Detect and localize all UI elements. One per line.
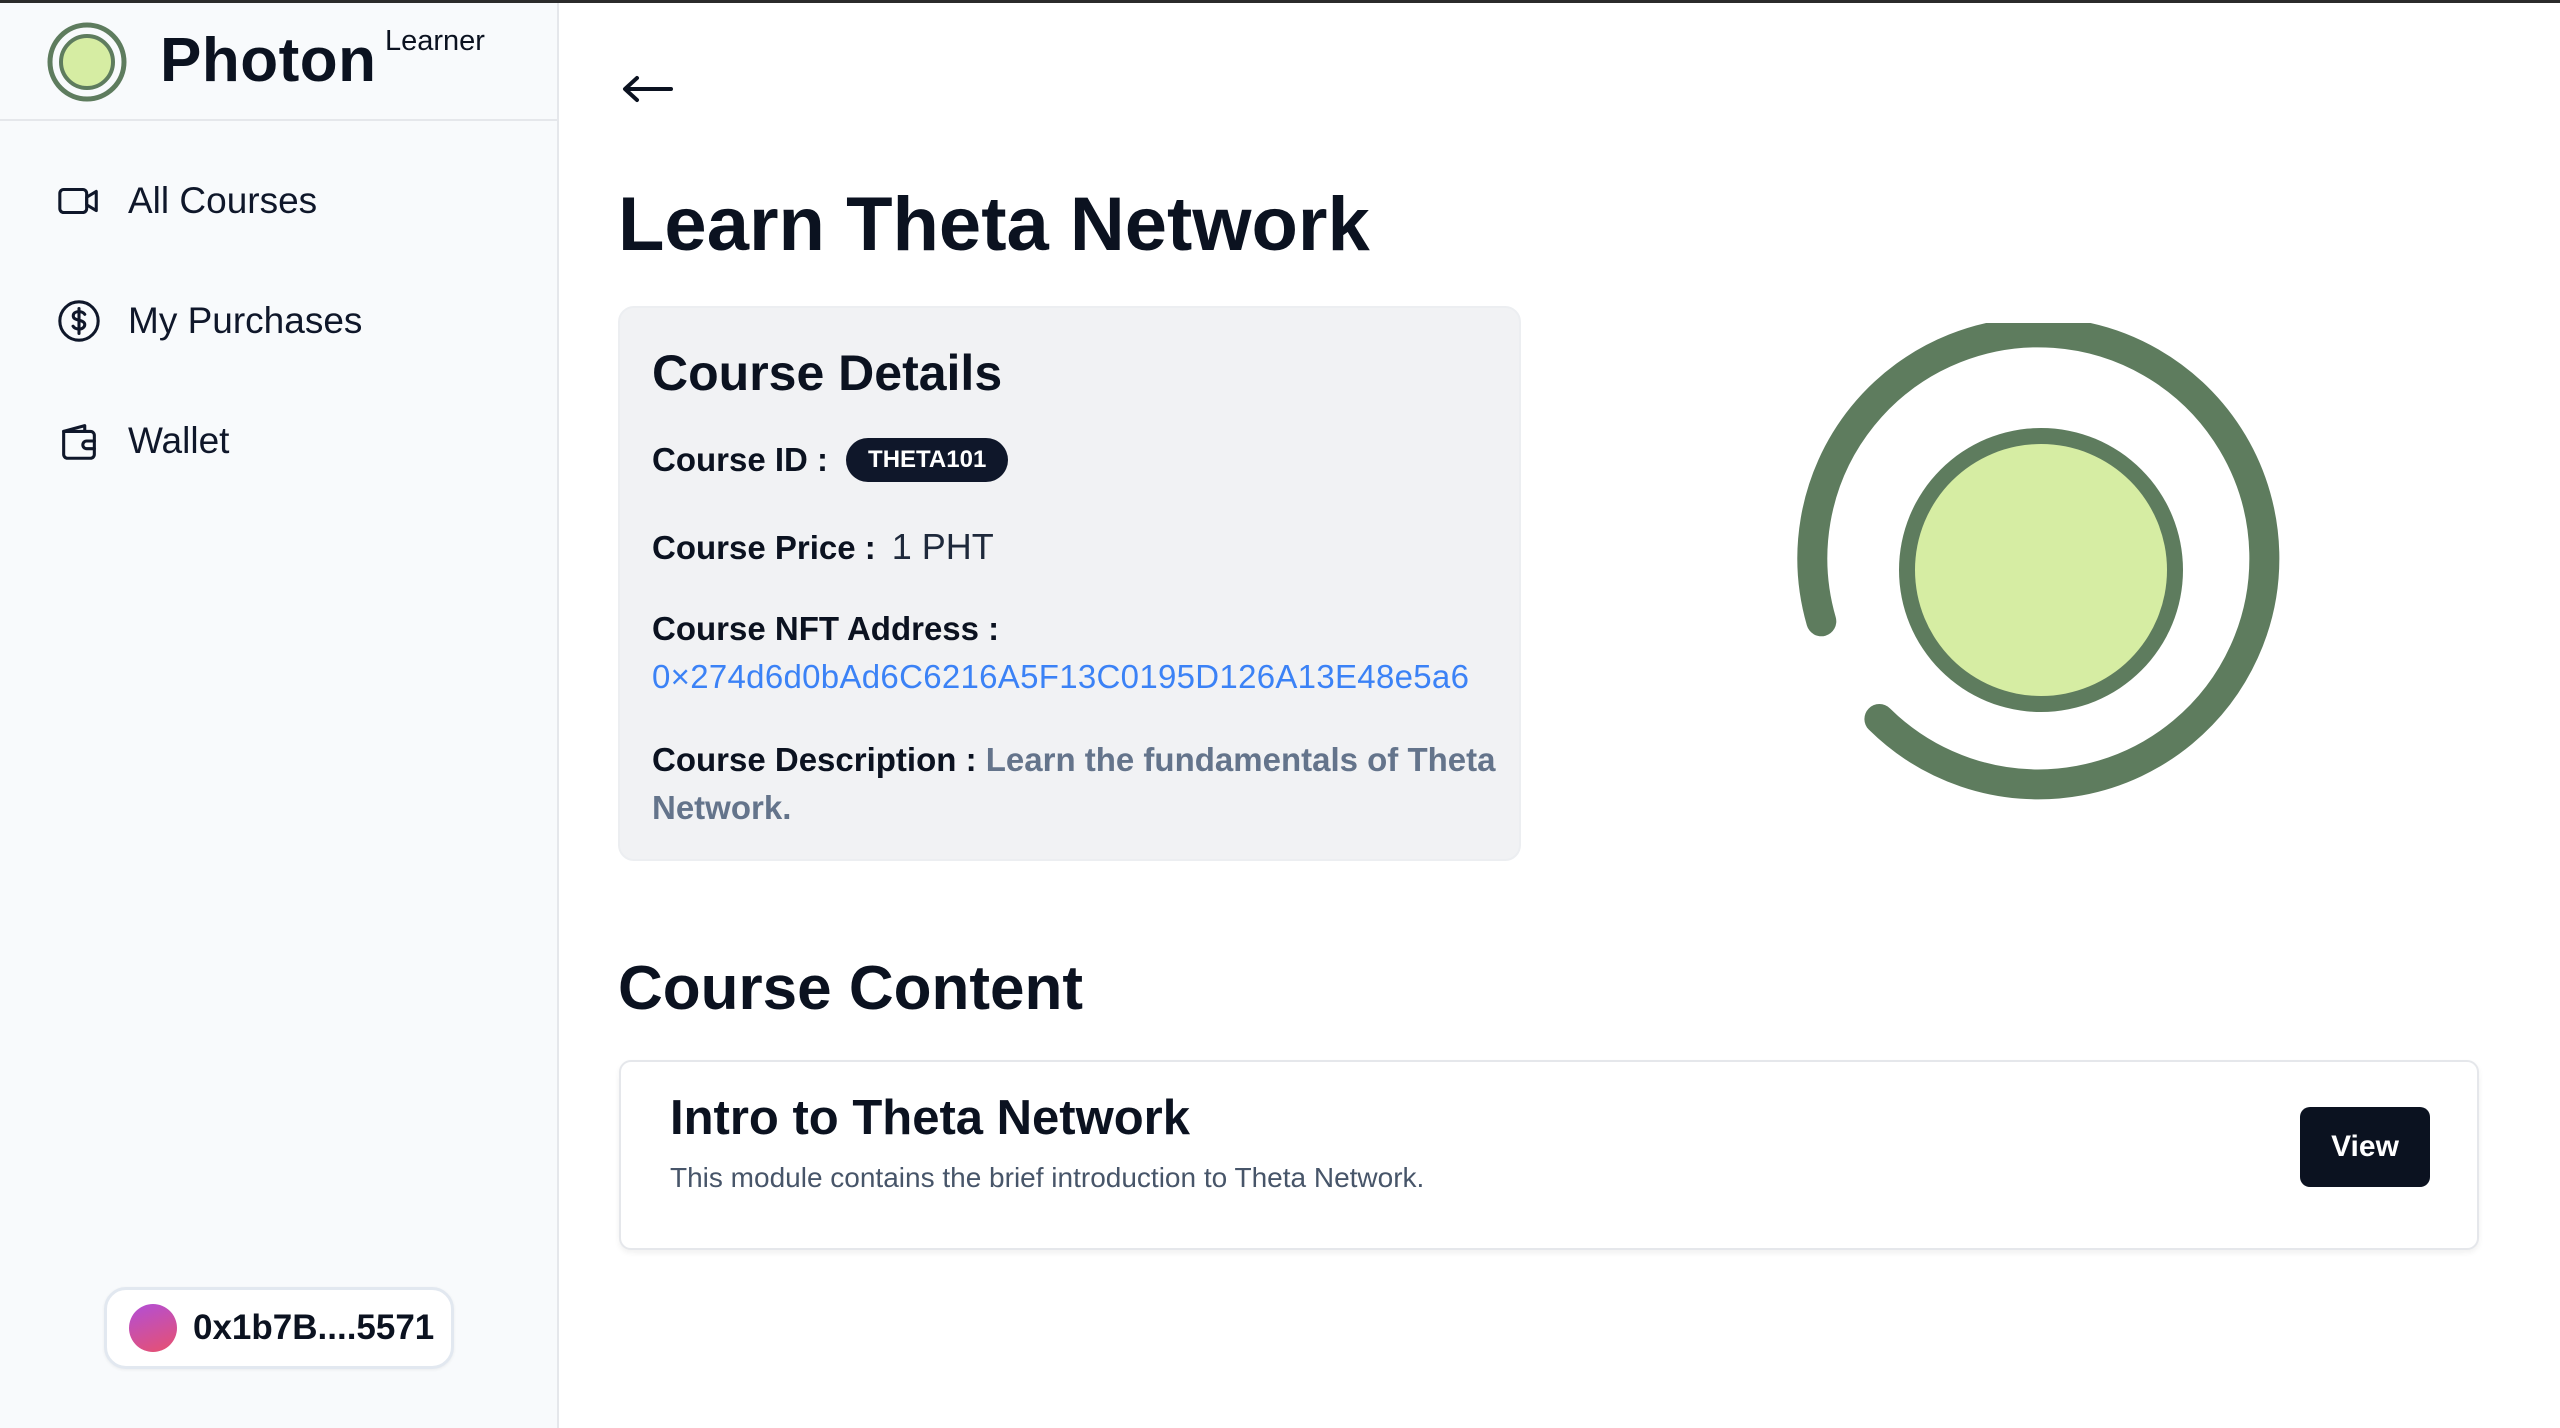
arrow-left-icon (623, 76, 673, 102)
course-logo-icon (1797, 323, 2280, 800)
sidebar: Photon Learner All Courses My Purchases (0, 3, 559, 1428)
module-title: Intro to Theta Network (670, 1091, 1190, 1145)
dollar-circle-icon (56, 298, 102, 344)
course-price-label: Course Price : (652, 529, 876, 566)
sidebar-item-wallet[interactable]: Wallet (56, 411, 516, 471)
course-content-title: Course Content (618, 954, 1083, 1023)
brand-role: Learner (385, 25, 485, 57)
back-button[interactable] (617, 59, 677, 119)
module-description: This module contains the brief introduct… (670, 1162, 1425, 1193)
course-description-label: Course Description : (652, 741, 977, 778)
course-price-value: 1 PHT (891, 526, 994, 567)
course-id-badge: THETA101 (846, 438, 1009, 482)
brand-name: Photon (160, 26, 377, 95)
video-camera-icon (56, 178, 102, 224)
sidebar-item-all-courses[interactable]: All Courses (56, 171, 516, 231)
course-nft-address-link[interactable]: 0×274d6d0bAd6C6216A5F13C0195D126A13E48e5… (652, 658, 1469, 696)
brand-header: Photon Learner (0, 3, 557, 121)
sidebar-item-my-purchases[interactable]: My Purchases (56, 291, 516, 351)
view-module-button[interactable]: View (2300, 1107, 2430, 1187)
course-nft-label: Course NFT Address : (652, 610, 1000, 647)
page-title: Learn Theta Network (618, 182, 1370, 267)
sidebar-item-label: All Courses (128, 180, 318, 221)
course-price-row: Course Price : 1 PHT (652, 526, 994, 568)
course-id-label: Course ID : (652, 441, 829, 478)
course-description-row: Course Description : Learn the fundament… (652, 736, 1502, 832)
avatar (129, 1304, 177, 1352)
course-id-row: Course ID : THETA101 (652, 438, 1009, 482)
wallet-icon (56, 418, 102, 464)
account-button[interactable]: 0x1b7B....5571 (104, 1287, 454, 1369)
module-card: Intro to Theta Network This module conta… (619, 1060, 2479, 1250)
photon-logo-icon (47, 22, 127, 102)
course-details-title: Course Details (652, 345, 1003, 401)
main-content: Learn Theta Network Course Details Cours… (561, 3, 2560, 1428)
sidebar-item-label: My Purchases (128, 300, 363, 341)
sidebar-item-label: Wallet (128, 420, 230, 461)
account-address: 0x1b7B....5571 (193, 1308, 435, 1347)
course-details-card: Course Details Course ID : THETA101 Cour… (618, 306, 1521, 861)
